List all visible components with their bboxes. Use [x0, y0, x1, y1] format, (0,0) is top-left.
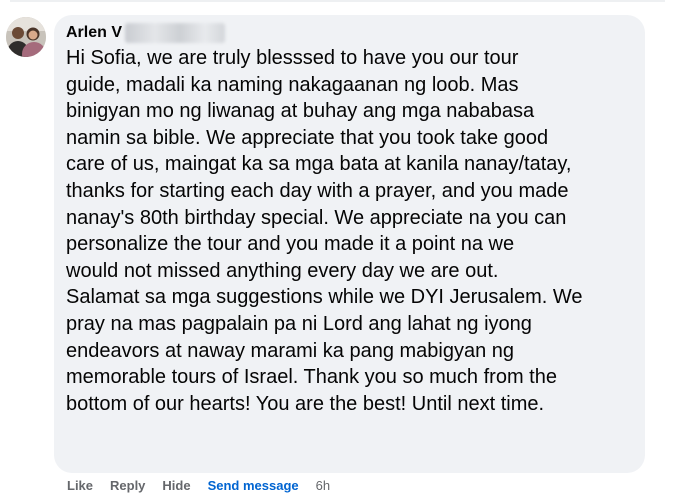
profile-photo-icon [6, 17, 46, 57]
comment-actions: Like Reply Hide Send message 6h [67, 477, 330, 493]
reply-button[interactable]: Reply [110, 478, 145, 493]
timestamp[interactable]: 6h [316, 478, 330, 493]
divider [10, 0, 665, 2]
author-name[interactable]: Arlen V [66, 24, 122, 42]
avatar[interactable] [6, 17, 46, 57]
comment-text: Hi Sofia, we are truly blesssed to have … [66, 47, 583, 415]
hide-button[interactable]: Hide [162, 478, 190, 493]
send-message-button[interactable]: Send message [208, 478, 299, 493]
comment-header: Arlen V [66, 23, 633, 43]
redacted-name-blur [125, 23, 226, 43]
like-button[interactable]: Like [67, 478, 93, 493]
comment-bubble: Arlen V Hi Sofia, we are truly blesssed … [54, 15, 645, 473]
